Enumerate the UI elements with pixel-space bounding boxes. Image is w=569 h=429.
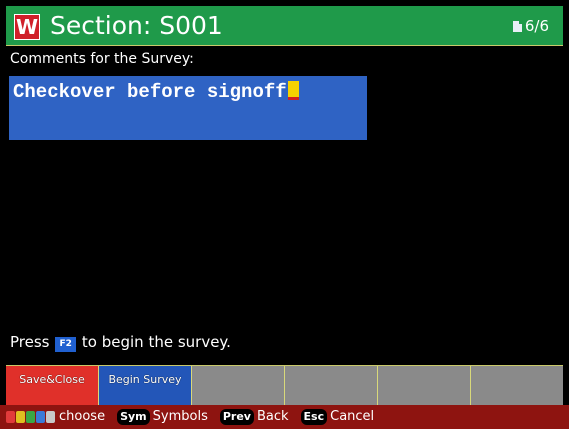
softkey-6[interactable] (471, 366, 563, 405)
app-logo: W (14, 14, 40, 40)
page-indicator: 6/6 (512, 17, 549, 35)
comment-value: Checkover before signoff (13, 81, 287, 103)
esc-key-icon: Esc (300, 409, 328, 425)
green-key-icon (26, 411, 35, 423)
key-legend: choose Sym Symbols Prev Back Esc Cancel (0, 405, 569, 429)
page-count: 6/6 (524, 17, 549, 35)
grey-key-icon (46, 411, 55, 423)
blue-key-icon (36, 411, 45, 423)
softkey-5[interactable] (378, 366, 471, 405)
begin-survey-button[interactable]: Begin Survey (99, 366, 192, 405)
title-bar: W Section: S001 6/6 (6, 6, 563, 46)
survey-screen: W Section: S001 6/6 Comments for the Sur… (0, 0, 569, 429)
comment-field[interactable]: Checkover before signoff (9, 76, 367, 140)
softkey-bar: Save&Close Begin Survey (6, 365, 563, 405)
red-key-icon (6, 411, 15, 423)
choose-label: choose (59, 409, 106, 424)
comment-label: Comments for the Survey: (10, 51, 194, 67)
color-keys-icon (6, 411, 55, 423)
f2-key-icon: F2 (55, 337, 76, 352)
prompt-text-after: to begin the survey. (81, 333, 231, 351)
prompt-text-before: Press (10, 333, 50, 351)
begin-prompt: Press F2 to begin the survey. (10, 332, 231, 352)
back-label: Back (256, 409, 289, 424)
sym-key-icon: Sym (117, 409, 150, 425)
text-cursor (287, 81, 299, 100)
prev-key-icon: Prev (219, 409, 254, 425)
softkey-3[interactable] (192, 366, 285, 405)
softkey-4[interactable] (285, 366, 378, 405)
save-close-button[interactable]: Save&Close (6, 366, 99, 405)
document-icon (512, 20, 522, 32)
yellow-key-icon (16, 411, 25, 423)
page-title: Section: S001 (50, 11, 223, 40)
comment-text-wrap: Checkover before signoff (13, 80, 299, 104)
cancel-label: Cancel (330, 409, 375, 424)
symbols-label: Symbols (152, 409, 208, 424)
